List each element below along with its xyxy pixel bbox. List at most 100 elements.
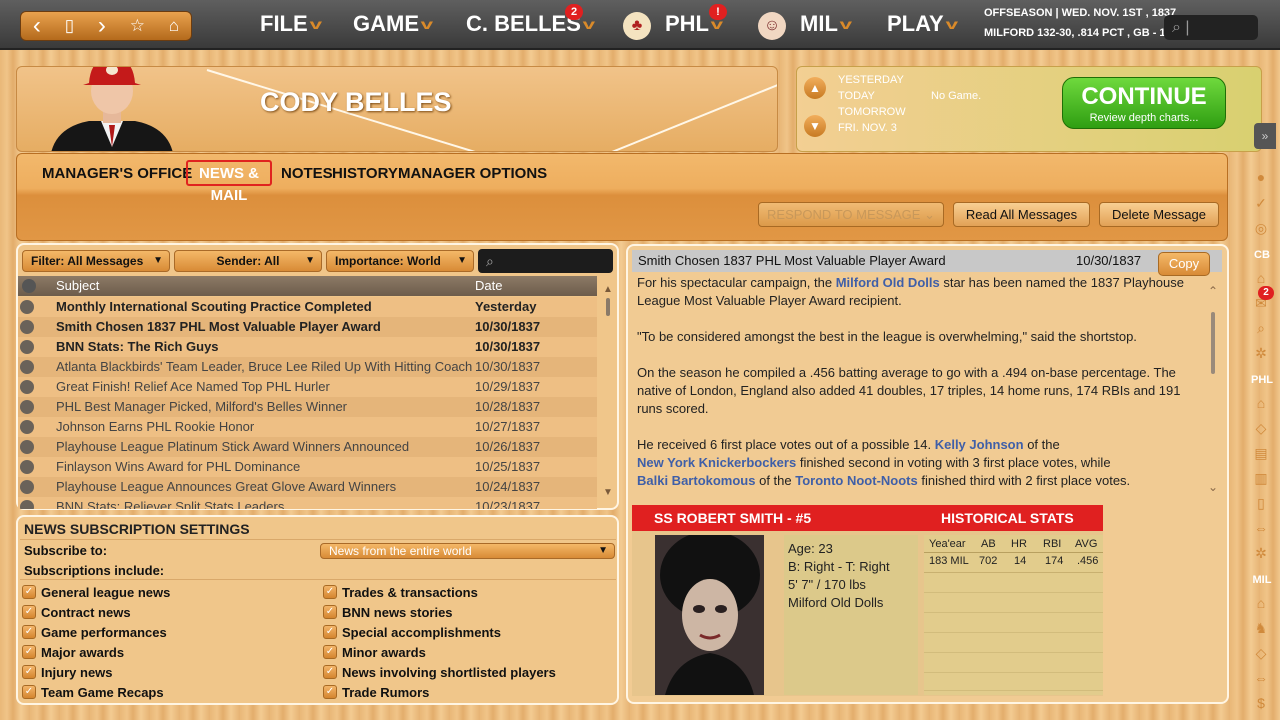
home-icon[interactable]: ⌂	[1252, 594, 1270, 612]
checkbox-major-awards[interactable]: ✓ Major awards	[22, 642, 312, 662]
expand-sidebar-icon[interactable]: »	[1254, 123, 1276, 149]
search-icon[interactable]: ⌕	[1252, 319, 1270, 337]
checkbox-team-recaps[interactable]: ✓ Team Game Recaps	[22, 682, 312, 702]
scrollbar-thumb[interactable]	[606, 298, 610, 316]
message-scrollbar[interactable]: ⌃ ⌄	[1206, 284, 1220, 494]
tab-manager-options[interactable]: MANAGER OPTIONS	[398, 165, 547, 182]
document-icon[interactable]: ▯	[1252, 494, 1270, 512]
checkbox-trades[interactable]: ✓ Trades & transactions	[323, 582, 613, 602]
player-link[interactable]: Kelly Johnson	[935, 437, 1024, 452]
scroll-down-icon[interactable]: ▼	[603, 487, 613, 498]
date-up-button[interactable]: ▲	[804, 77, 826, 99]
checkbox-general-news[interactable]: ✓ General league news	[22, 582, 312, 602]
pin-icon[interactable]: ●	[1252, 168, 1270, 186]
transactions-icon[interactable]: ⇔	[1252, 669, 1270, 687]
list-item[interactable]: Johnson Earns PHL Rookie Honor 10/27/1837	[18, 417, 597, 437]
checkmark-icon[interactable]: ✓	[323, 665, 337, 679]
checkmark-icon[interactable]: ✓	[22, 665, 36, 679]
filter-dropdown[interactable]: Filter: All Messages ▼	[22, 250, 170, 272]
checkbox-bnn-stories[interactable]: ✓ BNN news stories	[323, 602, 613, 622]
list-scrollbar[interactable]: ▲ ▼	[603, 284, 613, 498]
checkbox-injury-news[interactable]: ✓ Injury news	[22, 662, 312, 682]
team-link[interactable]: New York Knickerbockers	[637, 455, 796, 470]
sender-dropdown[interactable]: Sender: All ▼	[174, 250, 322, 272]
scrollbar-thumb[interactable]	[1211, 312, 1215, 374]
roster-icon[interactable]: ♞	[1252, 619, 1270, 637]
checkmark-icon[interactable]: ✓	[22, 685, 36, 699]
globe-icon[interactable]: ◎	[1252, 219, 1270, 237]
list-item[interactable]: Monthly International Scouting Practice …	[18, 297, 597, 317]
player-card-title[interactable]: SS ROBERT SMITH - #5	[654, 510, 811, 526]
scroll-up-icon[interactable]: ⌃	[1206, 284, 1220, 298]
checkmark-icon[interactable]: ✓	[323, 685, 337, 699]
checkmark-icon[interactable]: ✓	[323, 585, 337, 599]
continue-button[interactable]: CONTINUE Review depth charts...	[1062, 77, 1226, 129]
tag-icon[interactable]: ◇	[1252, 644, 1270, 662]
page-icon[interactable]: ▯	[65, 16, 74, 36]
list-item[interactable]: Great Finish! Relief Ace Named Top PHL H…	[18, 377, 597, 397]
checkbox-game-performances[interactable]: ✓ Game performances	[22, 622, 312, 642]
message-search-input[interactable]: ⌕	[478, 249, 613, 273]
player-link[interactable]: Balki Bartokomous	[637, 473, 755, 488]
importance-dropdown[interactable]: Importance: World ▼	[326, 250, 474, 272]
list-item[interactable]: BNN Stats: Reliever Split Stats Leaders 1…	[18, 497, 597, 509]
global-search-input[interactable]: ⌕ |	[1164, 15, 1258, 40]
gear-icon[interactable]: ✲	[1252, 344, 1270, 362]
checkbox-contract-news[interactable]: ✓ Contract news	[22, 602, 312, 622]
list-item[interactable]: PHL Best Manager Picked, Milford's Belle…	[18, 397, 597, 417]
checkmark-icon[interactable]: ✓	[22, 585, 36, 599]
star-icon[interactable]: ☆	[130, 16, 145, 36]
read-all-button[interactable]: Read All Messages	[953, 202, 1090, 227]
date-next[interactable]: FRI. NOV. 3	[838, 122, 897, 134]
list-item[interactable]: Finlayson Wins Award for PHL Dominance 10…	[18, 457, 597, 477]
tab-notes[interactable]: NOTES	[281, 165, 333, 182]
scoreboard-icon[interactable]: ▤	[1252, 444, 1270, 462]
list-item[interactable]: Playhouse League Announces Great Glove A…	[18, 477, 597, 497]
tag-icon[interactable]: ◇	[1252, 419, 1270, 437]
copy-button[interactable]: Copy	[1158, 252, 1210, 276]
checkbox-shortlisted[interactable]: ✓ News involving shortlisted players	[323, 662, 613, 682]
scroll-up-icon[interactable]: ▲	[603, 284, 613, 295]
subscribe-to-dropdown[interactable]: News from the entire world ▼	[320, 543, 615, 559]
list-item[interactable]: Playhouse League Platinum Stick Award Wi…	[18, 437, 597, 457]
tab-managers-office[interactable]: MANAGER'S OFFICE	[42, 165, 192, 182]
tab-news-mail[interactable]: NEWS & MAIL	[186, 160, 272, 204]
checkbox-trade-rumors[interactable]: ✓ Trade Rumors	[323, 682, 613, 702]
date-yesterday[interactable]: YESTERDAY	[838, 74, 904, 86]
tab-history[interactable]: HISTORY	[332, 165, 398, 182]
check-icon[interactable]: ✓	[1252, 194, 1270, 212]
menu-game[interactable]: GAME v	[353, 11, 433, 37]
checkmark-icon[interactable]: ✓	[323, 605, 337, 619]
scroll-down-icon[interactable]: ⌄	[1206, 480, 1220, 494]
checkmark-icon[interactable]: ✓	[22, 645, 36, 659]
delete-message-button[interactable]: Delete Message	[1099, 202, 1219, 227]
bar-chart-icon[interactable]: ▥	[1252, 469, 1270, 487]
team-link[interactable]: Milford Old Dolls	[836, 275, 940, 290]
column-subject[interactable]: Subject	[56, 278, 99, 293]
list-item[interactable]: Smith Chosen 1837 PHL Most Valuable Play…	[18, 317, 597, 337]
date-tomorrow[interactable]: TOMORROW	[838, 106, 906, 118]
home-icon[interactable]: ⌂	[1252, 394, 1270, 412]
forward-icon[interactable]: ›	[98, 12, 106, 40]
transactions-icon[interactable]: ⇔	[1252, 519, 1270, 537]
respond-message-dropdown[interactable]: RESPOND TO MESSAGE ⌄	[758, 202, 944, 227]
checkmark-icon[interactable]: ✓	[323, 645, 337, 659]
date-down-button[interactable]: ▼	[804, 115, 826, 137]
dollar-icon[interactable]: $	[1252, 694, 1270, 712]
gear-icon[interactable]: ✲	[1252, 544, 1270, 562]
menu-mil[interactable]: MIL v	[800, 11, 852, 37]
menu-play[interactable]: PLAY v	[887, 11, 958, 37]
team-link[interactable]: Toronto Noot-Noots	[795, 473, 918, 488]
column-date[interactable]: Date	[475, 278, 502, 293]
checkbox-minor-awards[interactable]: ✓ Minor awards	[323, 642, 613, 662]
checkmark-icon[interactable]: ✓	[323, 625, 337, 639]
home-icon[interactable]: ⌂	[1252, 269, 1270, 287]
list-item[interactable]: BNN Stats: The Rich Guys 10/30/1837	[18, 337, 597, 357]
back-icon[interactable]: ‹	[33, 12, 41, 40]
list-item[interactable]: Atlanta Blackbirds' Team Leader, Bruce L…	[18, 357, 597, 377]
home-icon[interactable]: ⌂	[169, 16, 179, 36]
checkmark-icon[interactable]: ✓	[22, 605, 36, 619]
menu-file[interactable]: FILE v	[260, 11, 322, 37]
checkbox-accomplishments[interactable]: ✓ Special accomplishments	[323, 622, 613, 642]
date-today[interactable]: TODAY	[838, 90, 875, 102]
